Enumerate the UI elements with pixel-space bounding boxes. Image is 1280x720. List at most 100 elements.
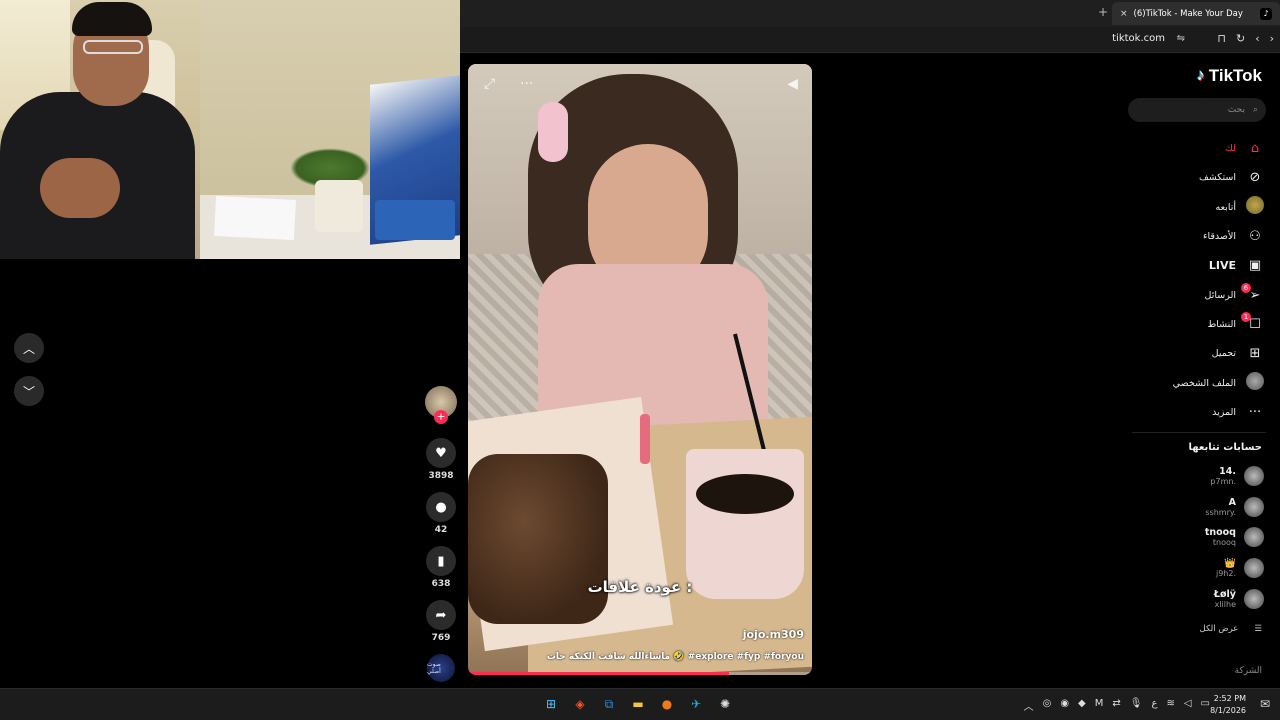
profile-icon (1246, 372, 1264, 394)
reload-icon[interactable]: ↻ (1236, 32, 1245, 45)
following-account[interactable]: Łølÿ xlilhe (1214, 589, 1264, 609)
creator-avatar[interactable]: + (425, 386, 457, 424)
search-placeholder: بحث (1227, 105, 1245, 115)
comment-button[interactable]: ● (426, 492, 456, 522)
upload-icon: ⊞ (1249, 346, 1261, 362)
tiktok-logo[interactable]: ♪ TikTok (1197, 66, 1262, 86)
sidebar-item-for-you[interactable]: لك ⌂ (1124, 134, 1264, 163)
save-button[interactable]: ▮ (426, 546, 456, 576)
list-icon: ☰ (1254, 624, 1262, 634)
brave-browser-icon[interactable]: ◈ (570, 694, 590, 714)
following-account[interactable]: 14. p7mn. (1210, 466, 1264, 486)
telegram-icon[interactable]: ✈ (686, 694, 706, 714)
bookmark-icon[interactable]: ⊓ (1217, 32, 1226, 45)
sidebar-divider (1132, 432, 1266, 433)
fullscreen-icon[interactable]: ⤢ (484, 76, 495, 92)
search-icon[interactable]: ⌕ (1253, 105, 1258, 115)
sidebar-item-messages[interactable]: الرسائل ➢ 6 (1124, 280, 1264, 309)
chevron-up-icon: ︿ (22, 341, 35, 356)
sidebar-item-label: الملف الشخصي (1172, 377, 1236, 389)
sidebar-item-upload[interactable]: تحميل ⊞ (1124, 339, 1264, 368)
video-author[interactable]: jojo.m309 (743, 628, 804, 641)
follow-plus-icon[interactable]: + (434, 410, 448, 424)
battery-icon[interactable]: ▭ (1201, 698, 1210, 713)
video-player[interactable]: ⤢ ··· ◀ عودة علاقات : jojo.m309 ماشاءالل… (468, 64, 812, 675)
previous-video-button[interactable]: ︿ (14, 333, 44, 363)
system-clock[interactable]: 2:52 PM 8/1/2026 (1210, 693, 1246, 717)
music-disc[interactable]: صوت أصلي (427, 654, 455, 682)
tray-app-icon[interactable]: ◉ (1060, 698, 1069, 713)
url-text[interactable]: tiktok.com (1112, 33, 1165, 44)
site-settings-icon[interactable]: ⇋ (1177, 33, 1185, 44)
account-avatar (1244, 497, 1264, 517)
tray-app-icon[interactable]: ◎ (1043, 698, 1052, 713)
sidebar-menu: لك ⌂ استكشف ⊘ أتابعه الأصدقاء ⚇ LIVE ▣ ا… (1124, 134, 1264, 427)
chatgpt-icon[interactable]: ✺ (715, 694, 735, 714)
screen: + × (6)TikTok - Make Your Day ♪ tiktok.c… (0, 0, 1280, 720)
following-accounts-title: حسابات تتابعها (1188, 442, 1262, 453)
following-account[interactable]: Asshmry. (1205, 497, 1264, 517)
sidebar-item-activity[interactable]: النشاط ☐ 1 (1124, 310, 1264, 339)
tray-expand-icon[interactable]: ︿ (1024, 698, 1034, 713)
video-description: ماشاءالله شافت الكيكة جات 🤣 #explore #fy… (546, 652, 804, 662)
sidebar-item-label: النشاط (1207, 318, 1236, 330)
notifications-icon[interactable]: ✉ (1260, 697, 1270, 711)
video-overlay-text: عودة علاقات : (587, 578, 693, 596)
messages-badge: 6 (1241, 282, 1251, 293)
live-icon: ▣ (1248, 258, 1262, 274)
vscode-icon[interactable]: ⧉ (599, 694, 619, 714)
account-handle: xlilhe (1214, 600, 1236, 609)
comment-count: 42 (434, 525, 448, 535)
sidebar-item-label: استكشف (1198, 172, 1236, 184)
following-account[interactable]: 👑 j9h2. (1216, 558, 1264, 578)
account-name: 👑 (1224, 558, 1236, 569)
account-handle: j9h2. (1215, 569, 1236, 578)
wifi-icon[interactable]: ≋ (1166, 698, 1174, 713)
windows-start-icon[interactable]: ⊞ (541, 694, 561, 714)
sidebar-item-live[interactable]: LIVE ▣ (1124, 251, 1264, 280)
tiktok-note-icon: ♪ (1196, 67, 1205, 84)
tiktok-sidebar: ♪ TikTok بحث ⌕ لك ⌂ استكشف ⊘ أتابعه الأص… (1128, 56, 1280, 686)
video-scene-coffee (696, 474, 794, 514)
tray-app-icon[interactable]: ⇄ (1112, 698, 1120, 713)
volume-icon[interactable]: ◀ (787, 76, 798, 92)
webcam-papers (214, 195, 296, 241)
share-button[interactable]: ➦ (426, 600, 456, 630)
tray-app-icon[interactable]: M (1095, 698, 1104, 713)
sidebar-item-following[interactable]: أتابعه (1124, 193, 1264, 222)
sidebar-item-label: الرسائل (1204, 289, 1236, 301)
sidebar-item-profile[interactable]: الملف الشخصي (1124, 368, 1264, 397)
following-account[interactable]: tnooq tnooq (1205, 527, 1264, 547)
next-video-button[interactable]: ﹀ (14, 376, 44, 406)
sidebar-item-label: تحميل (1211, 348, 1236, 360)
sidebar-item-friends[interactable]: الأصدقاء ⚇ (1124, 222, 1264, 251)
microphone-icon[interactable]: 🎙 (1130, 698, 1143, 713)
forward-icon[interactable]: › (1270, 32, 1274, 45)
media-app-icon[interactable]: ● (657, 694, 677, 714)
account-name: A (1228, 497, 1236, 508)
volume-icon[interactable]: ◁ (1184, 698, 1192, 713)
close-tab-icon[interactable]: × (1120, 9, 1128, 19)
browser-tab[interactable]: × (6)TikTok - Make Your Day ♪ (1112, 2, 1280, 25)
sidebar-item-label: LIVE (1208, 259, 1236, 273)
see-all-link[interactable]: عرض الكل ☰ (1200, 624, 1262, 634)
sidebar-item-explore[interactable]: استكشف ⊘ (1124, 163, 1264, 192)
music-label: صوت أصلي (427, 661, 441, 675)
input-language[interactable]: ع (1151, 698, 1157, 713)
see-all-label: عرض الكل (1199, 624, 1239, 634)
search-input[interactable]: بحث ⌕ (1128, 98, 1266, 122)
like-button[interactable]: ♥ (426, 438, 456, 468)
video-scene-lipstick (640, 414, 650, 464)
compass-icon: ⊘ (1249, 170, 1261, 186)
more-options-icon[interactable]: ··· (520, 76, 533, 92)
new-tab-button[interactable]: + (1098, 5, 1108, 19)
company-link[interactable]: الشركة (1235, 666, 1262, 676)
sidebar-item-more[interactable]: المزيد ··· (1124, 398, 1264, 427)
tray-app-icon[interactable]: ◆ (1078, 698, 1086, 713)
back-icon[interactable]: ‹ (1255, 32, 1259, 45)
file-explorer-icon[interactable]: ▬ (628, 694, 648, 714)
home-icon: ⌂ (1250, 141, 1260, 157)
video-actions: + ♥ 3898 ● 42 ▮ 638 ➦ 769 صوت أصلي (424, 386, 458, 682)
share-arrow-icon: ➦ (435, 607, 447, 623)
browser-tab-bar: + × (6)TikTok - Make Your Day ♪ (460, 0, 1280, 27)
